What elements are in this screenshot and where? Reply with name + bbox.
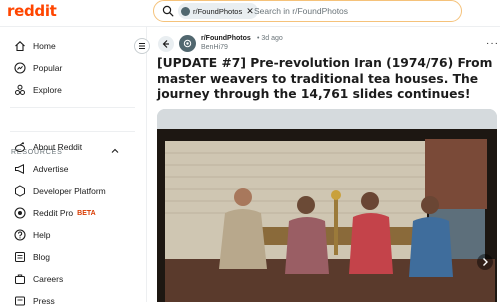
- subreddit-search-chip[interactable]: r/FoundPhotos ✕: [178, 3, 258, 19]
- subreddit-avatar[interactable]: [179, 35, 196, 52]
- post-container: r/FoundPhotos • 3d ago BenHi79 ··· [UPDA…: [155, 27, 500, 302]
- subreddit-avatar-icon: [183, 39, 192, 48]
- search-icon: [162, 5, 174, 17]
- sidebar-item-label: Explore: [33, 85, 62, 95]
- back-button[interactable]: [158, 36, 174, 52]
- menu-icon: [139, 43, 145, 49]
- sidebar-item-advertise[interactable]: Advertise: [14, 163, 68, 175]
- sidebar-item-help[interactable]: Help: [14, 229, 50, 241]
- sidebar-divider: [10, 107, 135, 108]
- search-input[interactable]: Search in r/FoundPhotos: [254, 6, 348, 16]
- post-subreddit-link[interactable]: r/FoundPhotos: [201, 35, 251, 42]
- home-icon: [15, 41, 25, 52]
- sidebar-item-label: Home: [33, 41, 56, 51]
- sidebar-divider: [10, 131, 135, 132]
- post-age: 3d ago: [261, 35, 283, 42]
- blog-icon: [15, 252, 25, 262]
- meta-separator: • 3d ago: [257, 35, 283, 42]
- top-bar: reddit r/FoundPhotos ✕ Search in r/Found…: [0, 0, 500, 27]
- left-sidebar: Home Popular Explore RESOURCES About Red…: [0, 27, 147, 306]
- chevron-right-icon: [483, 258, 488, 266]
- sidebar-item-popular[interactable]: Popular: [14, 62, 62, 74]
- sidebar-item-label: Reddit Pro: [33, 208, 74, 218]
- reddit-logo[interactable]: reddit: [7, 2, 57, 20]
- sidebar-item-label: Popular: [33, 63, 63, 73]
- post-image[interactable]: [157, 109, 497, 302]
- beta-badge: BETA: [77, 209, 96, 217]
- collapse-sidebar-button[interactable]: [134, 38, 150, 54]
- sidebar-item-developer-platform[interactable]: Developer Platform: [14, 185, 106, 197]
- sidebar-item-label: Advertise: [33, 164, 69, 174]
- popular-icon: [14, 62, 26, 74]
- explore-icon: [15, 84, 25, 95]
- sidebar-item-careers[interactable]: Careers: [14, 273, 63, 285]
- sidebar-item-label: Careers: [33, 274, 64, 284]
- sidebar-item-home[interactable]: Home: [14, 40, 56, 52]
- sidebar-item-label: Press: [33, 296, 55, 306]
- reddit-pro-icon: [14, 207, 26, 219]
- sidebar-item-about-reddit[interactable]: About Reddit: [14, 141, 82, 153]
- sidebar-item-explore[interactable]: Explore: [14, 84, 62, 96]
- developer-icon: [15, 185, 25, 197]
- sidebar-item-blog[interactable]: Blog: [14, 251, 50, 263]
- sidebar-item-label: About Reddit: [33, 142, 83, 152]
- sidebar-item-label: Developer Platform: [33, 186, 106, 196]
- subreddit-avatar-icon: [181, 6, 190, 16]
- arrow-left-icon: [162, 40, 169, 48]
- reddit-alien-icon: [15, 142, 25, 153]
- more-options-button[interactable]: ···: [486, 38, 499, 49]
- help-icon: [14, 229, 26, 241]
- sidebar-item-label: Blog: [33, 252, 51, 262]
- press-icon: [15, 296, 25, 306]
- sidebar-item-press[interactable]: Press: [14, 295, 55, 307]
- post-title: [UPDATE #7] Pre-revolution Iran (1974/76…: [157, 56, 493, 101]
- megaphone-icon: [15, 163, 24, 175]
- sidebar-item-reddit-pro[interactable]: Reddit Pro BETA: [14, 207, 96, 219]
- chip-remove-icon[interactable]: ✕: [246, 6, 254, 17]
- search-bar[interactable]: r/FoundPhotos ✕ Search in r/FoundPhotos: [153, 0, 462, 22]
- chevron-up-icon[interactable]: [111, 148, 119, 154]
- photo-illustration: [157, 109, 497, 302]
- search-chip-label: r/FoundPhotos: [193, 6, 243, 16]
- post-author-link[interactable]: BenHi79: [201, 44, 228, 51]
- careers-icon: [15, 274, 25, 284]
- sidebar-item-label: Help: [33, 230, 51, 240]
- next-image-button[interactable]: [477, 254, 493, 270]
